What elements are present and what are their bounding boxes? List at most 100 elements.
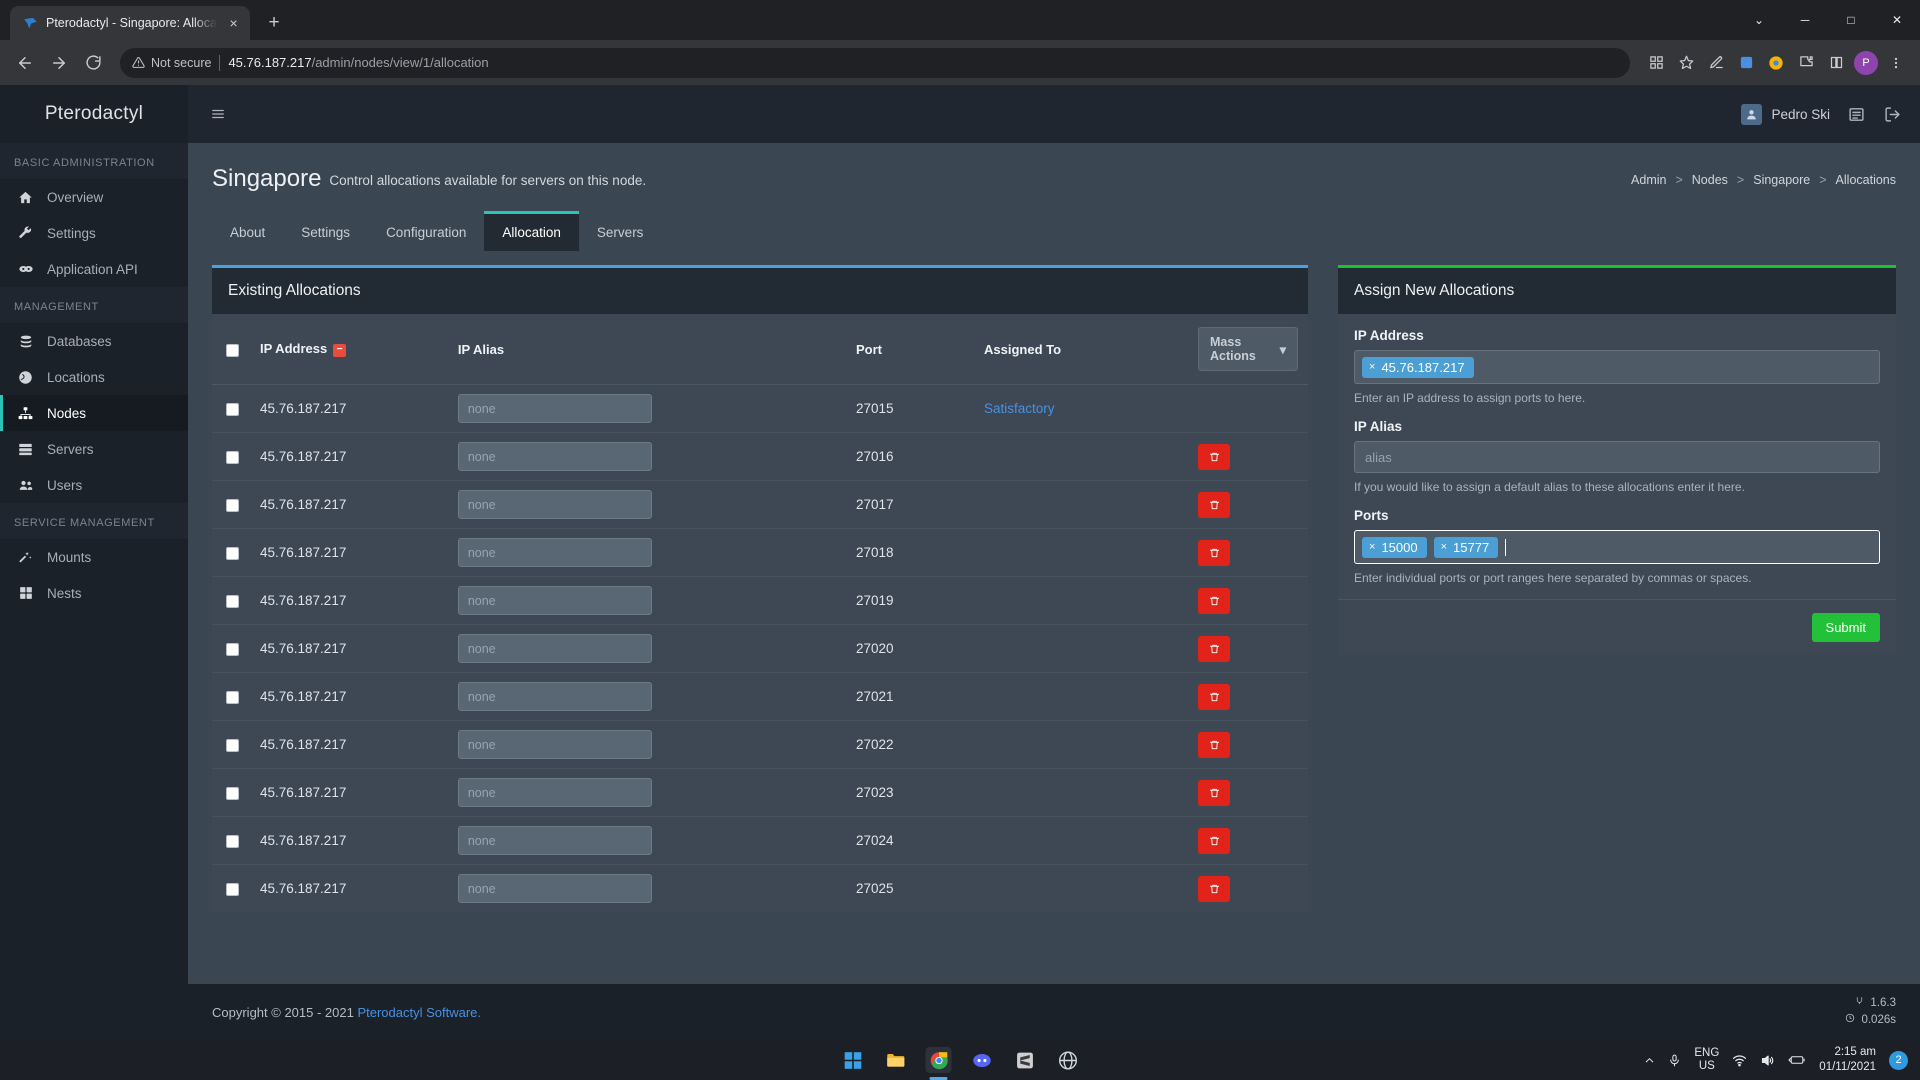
row-checkbox[interactable] xyxy=(226,882,239,896)
sidebar-item-nests[interactable]: Nests xyxy=(0,575,188,611)
chrome-icon[interactable] xyxy=(925,1047,952,1073)
brand-title[interactable]: Pterodactyl xyxy=(0,85,188,143)
delete-allocation-button[interactable] xyxy=(1198,539,1230,566)
extension-blue-icon[interactable] xyxy=(1732,49,1760,77)
puzzle-extension-icon[interactable] xyxy=(1792,49,1820,77)
sidebar-item-locations[interactable]: Locations xyxy=(0,359,188,395)
tab-settings[interactable]: Settings xyxy=(283,211,368,251)
back-button[interactable] xyxy=(10,48,40,78)
forward-button[interactable] xyxy=(44,48,74,78)
chrome-menu-icon[interactable] xyxy=(1882,49,1910,77)
alias-input[interactable] xyxy=(457,730,652,759)
ports-input[interactable]: × 15000 × 15777 xyxy=(1354,530,1880,564)
wifi-icon[interactable] xyxy=(1732,1053,1747,1068)
sidebar-item-servers[interactable]: Servers xyxy=(0,431,188,467)
sublime-icon[interactable] xyxy=(1012,1047,1038,1073)
tab-configuration[interactable]: Configuration xyxy=(368,211,484,251)
delete-allocation-button[interactable] xyxy=(1198,443,1230,470)
tray-chevron-up-icon[interactable] xyxy=(1644,1055,1655,1066)
row-checkbox[interactable] xyxy=(226,834,239,848)
alias-input[interactable] xyxy=(457,826,652,855)
delete-allocation-button[interactable] xyxy=(1198,683,1230,710)
delete-allocation-button[interactable] xyxy=(1198,491,1230,518)
maximize-button[interactable]: □ xyxy=(1828,0,1874,40)
sidebar-item-users[interactable]: Users xyxy=(0,467,188,503)
profile-avatar[interactable]: P xyxy=(1852,49,1880,77)
submit-button[interactable]: Submit xyxy=(1811,613,1880,642)
language-indicator[interactable]: ENG US xyxy=(1694,1047,1719,1073)
row-checkbox[interactable] xyxy=(226,690,239,704)
windows-start-icon[interactable] xyxy=(840,1047,866,1073)
sidebar-item-application-api[interactable]: Application API xyxy=(0,251,188,287)
sidebar-item-overview[interactable]: Overview xyxy=(0,179,188,215)
alias-input[interactable] xyxy=(457,778,652,807)
browser-tab[interactable]: Pterodactyl - Singapore: Allocatio × xyxy=(10,6,250,40)
alias-input[interactable] xyxy=(457,394,652,423)
pterodactyl-software-link[interactable]: Pterodactyl Software. xyxy=(357,1005,481,1020)
browser-icon[interactable] xyxy=(1055,1047,1081,1073)
breadcrumb-nodes[interactable]: Nodes xyxy=(1692,173,1728,187)
breadcrumb-singapore[interactable]: Singapore xyxy=(1753,173,1810,187)
minimize-button[interactable]: ─ xyxy=(1782,0,1828,40)
delete-allocation-button[interactable] xyxy=(1198,779,1230,806)
sidebar-item-mounts[interactable]: Mounts xyxy=(0,539,188,575)
remove-tag-icon[interactable]: × xyxy=(1441,541,1447,553)
port-tag[interactable]: × 15777 xyxy=(1433,536,1499,558)
address-bar[interactable]: Not secure 45.76.187.217/admin/nodes/vie… xyxy=(120,47,1630,78)
pen-icon[interactable] xyxy=(1702,49,1730,77)
assigned-server-link[interactable]: Satisfactory xyxy=(984,401,1055,416)
chrome-profile-icon[interactable] xyxy=(1762,49,1790,77)
row-checkbox[interactable] xyxy=(226,786,239,800)
row-checkbox[interactable] xyxy=(226,642,239,656)
alias-input[interactable] xyxy=(457,634,652,663)
row-checkbox[interactable] xyxy=(226,546,239,560)
hamburger-menu-icon[interactable] xyxy=(206,102,230,126)
user-menu[interactable]: Pedro Ski xyxy=(1741,103,1830,125)
alias-input[interactable] xyxy=(457,682,652,711)
chevron-down-icon[interactable]: ⌄ xyxy=(1736,0,1782,40)
delete-selected-badge[interactable]: − xyxy=(333,343,347,357)
row-checkbox[interactable] xyxy=(226,402,239,416)
remove-tag-icon[interactable]: × xyxy=(1369,361,1375,373)
delete-allocation-button[interactable] xyxy=(1198,635,1230,662)
volume-icon[interactable] xyxy=(1760,1053,1775,1068)
alias-input[interactable] xyxy=(457,538,652,567)
remove-tag-icon[interactable]: × xyxy=(1369,541,1375,553)
alias-input[interactable] xyxy=(457,874,652,903)
qr-code-icon[interactable] xyxy=(1642,49,1670,77)
notification-badge[interactable]: 2 xyxy=(1889,1050,1908,1070)
list-icon[interactable] xyxy=(1846,104,1866,124)
mic-icon[interactable] xyxy=(1668,1054,1681,1067)
file-explorer-icon[interactable] xyxy=(883,1047,909,1073)
sidebar-item-databases[interactable]: Databases xyxy=(0,323,188,359)
alias-input[interactable] xyxy=(457,442,652,471)
clock[interactable]: 2:15 am 01/11/2021 xyxy=(1819,1045,1876,1075)
tab-about[interactable]: About xyxy=(212,211,283,251)
breadcrumb-admin[interactable]: Admin xyxy=(1631,173,1666,187)
logout-icon[interactable] xyxy=(1882,104,1902,124)
ip-address-input[interactable]: × 45.76.187.217 xyxy=(1354,350,1880,384)
ip-alias-input[interactable] xyxy=(1354,441,1880,473)
close-icon[interactable]: × xyxy=(225,14,242,32)
delete-allocation-button[interactable] xyxy=(1198,731,1230,758)
bookmark-star-icon[interactable] xyxy=(1672,49,1700,77)
discord-icon[interactable] xyxy=(969,1047,995,1073)
alias-input[interactable] xyxy=(457,586,652,615)
sidebar-item-settings[interactable]: Settings xyxy=(0,215,188,251)
battery-charging-icon[interactable] xyxy=(1788,1053,1806,1067)
delete-allocation-button[interactable] xyxy=(1198,587,1230,614)
breadcrumb-allocations[interactable]: Allocations xyxy=(1836,173,1896,187)
mass-actions-dropdown[interactable]: Mass Actions ▾ xyxy=(1198,327,1298,371)
close-window-button[interactable]: ✕ xyxy=(1874,0,1920,40)
reading-list-icon[interactable] xyxy=(1822,49,1850,77)
delete-allocation-button[interactable] xyxy=(1198,827,1230,854)
port-tag[interactable]: × 15000 xyxy=(1362,536,1427,558)
row-checkbox[interactable] xyxy=(226,450,239,464)
tab-servers[interactable]: Servers xyxy=(579,211,662,251)
tab-allocation[interactable]: Allocation xyxy=(484,211,579,251)
ip-address-tag[interactable]: × 45.76.187.217 xyxy=(1362,356,1474,378)
reload-button[interactable] xyxy=(78,48,108,78)
select-all-checkbox[interactable] xyxy=(226,343,239,357)
alias-input[interactable] xyxy=(457,490,652,519)
not-secure-indicator[interactable]: Not secure xyxy=(132,56,211,70)
